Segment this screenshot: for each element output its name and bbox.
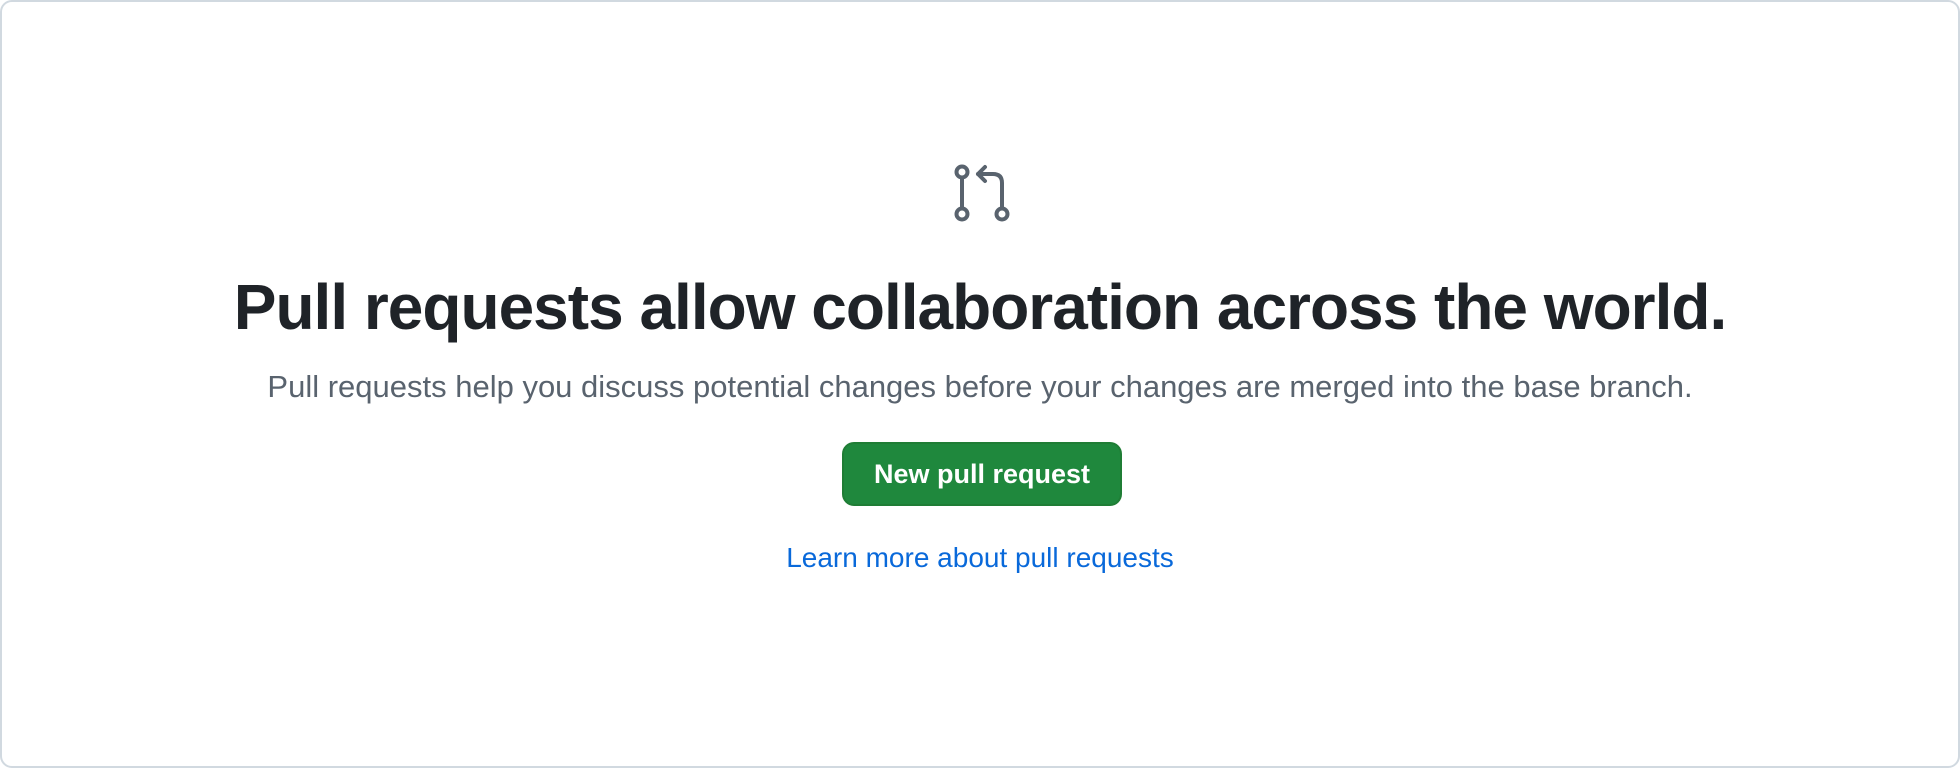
learn-more-pull-requests-link[interactable]: Learn more about pull requests xyxy=(2,538,1958,578)
new-pull-request-button[interactable]: New pull request xyxy=(842,442,1122,506)
git-pull-request-icon xyxy=(952,164,1012,224)
empty-state-heading: Pull requests allow collaboration across… xyxy=(233,271,1727,343)
empty-state-description: Pull requests help you discuss potential… xyxy=(267,369,1693,404)
pull-requests-empty-state: Pull requests allow collaboration across… xyxy=(0,0,1960,768)
